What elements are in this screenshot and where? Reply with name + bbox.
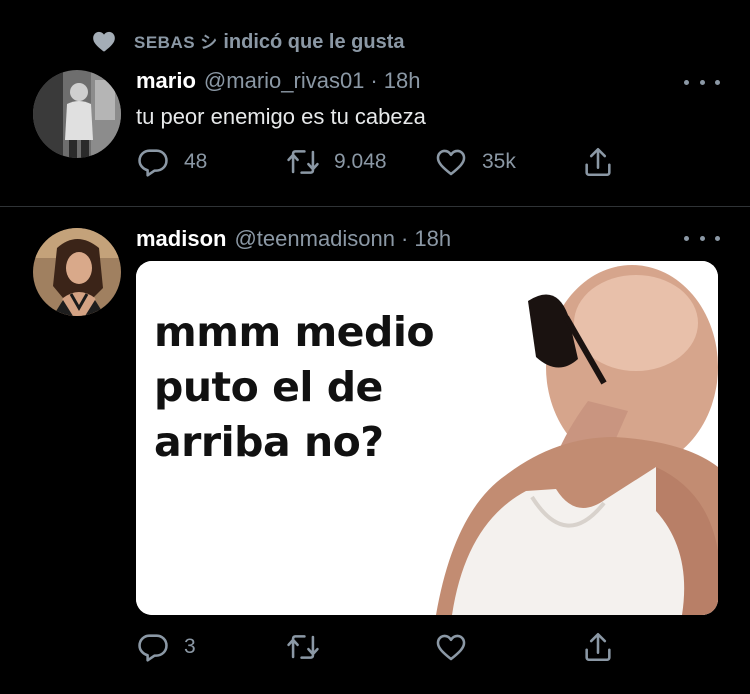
tweet-time[interactable]: 18h [384,68,421,94]
display-name[interactable]: mario [136,68,196,94]
heart-filled-icon [93,31,115,52]
heart-outline-icon [436,634,466,661]
like-button[interactable]: 35k [434,145,516,179]
more-dot-icon [684,235,689,241]
more-dot-icon [715,235,720,241]
tweet-header: madison @teenmadisonn · 18h [136,226,451,252]
retweet-button[interactable]: 9.048 [286,145,387,179]
display-name[interactable]: madison [136,226,226,252]
more-options-button[interactable] [684,72,720,92]
separator-dot: · [370,68,378,93]
more-dot-icon [699,79,705,85]
meme-caption-line: puto el de [154,363,383,411]
avatar-madison[interactable] [33,228,121,316]
avatar-mario[interactable] [33,70,121,158]
retweet-count: 9.048 [334,150,387,173]
reply-button[interactable]: 48 [136,145,207,179]
tweet-actions: 3 [136,630,626,670]
tweet-time[interactable]: 18h [414,226,451,252]
tweet-text: tu peor enemigo es tu cabeza [136,104,426,129]
social-context-action: indicó que le gusta [217,31,405,53]
reply-count: 48 [184,150,208,173]
separator-dot: · [401,226,409,251]
social-context: SEBAS シ indicó que le gusta [90,28,405,54]
user-handle[interactable]: @mario_rivas01 [204,68,365,94]
meme-caption-line: arriba no? [154,418,384,466]
user-handle[interactable]: @teenmadisonn [234,226,395,252]
more-dot-icon [684,79,689,85]
reply-icon [138,149,168,177]
reply-button[interactable]: 3 [136,630,196,664]
tweet-mario[interactable]: SEBAS シ indicó que le gusta mario @mario… [0,0,750,207]
meme-caption-line: mmm medio [154,308,435,356]
share-button[interactable] [581,630,615,664]
share-button[interactable] [581,145,615,179]
more-dot-icon [699,235,705,241]
like-count: 35k [482,150,516,173]
heart-outline-icon [436,149,466,176]
retweet-icon [287,635,319,659]
meme-caption: mmm medio puto el de arriba no? [154,305,435,470]
reply-count: 3 [184,635,196,658]
social-context-user[interactable]: SEBAS シ [134,33,218,52]
retweet-icon [287,150,319,174]
more-dot-icon [715,79,720,85]
reply-icon [138,634,168,662]
share-icon [585,632,611,662]
tweet-header: mario @mario_rivas01 · 18h [136,68,420,94]
tweet-madison[interactable]: madison @teenmadisonn · 18h mmm medio pu… [0,208,750,694]
retweet-button[interactable] [286,630,334,664]
like-button[interactable] [434,630,482,664]
tweet-actions: 48 9.048 35k [136,145,626,185]
more-options-button[interactable] [684,228,720,248]
share-icon [585,147,611,177]
tweet-media-image[interactable]: mmm medio puto el de arriba no? [136,261,718,615]
